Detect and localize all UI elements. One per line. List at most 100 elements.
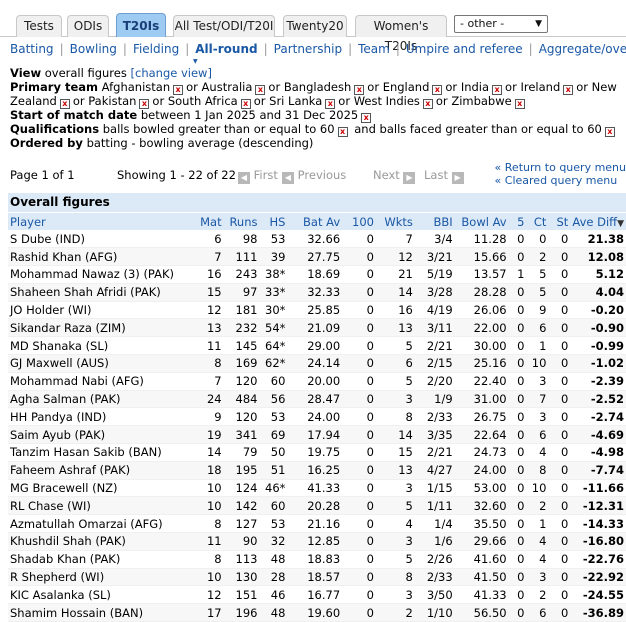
cell-bowl-av: 32.60 (454, 496, 509, 516)
column-header-bat-av[interactable]: Bat Av (287, 213, 343, 230)
cell-player[interactable]: MG Bracewell (NZ) (8, 479, 184, 498)
subnav-aggregate-overall[interactable]: Aggregate/overall (539, 42, 626, 56)
cell-player[interactable]: Faheem Ashraf (PAK) (8, 461, 184, 480)
cell-player[interactable]: Mohammad Nabi (AFG) (8, 372, 184, 391)
cell-ct: 3 (526, 407, 549, 427)
cell-player[interactable]: S Dube (IND) (8, 230, 184, 249)
cell-player[interactable]: Shaheen Shah Afridi (PAK) (8, 283, 184, 302)
column-header-bbi[interactable]: BBI (414, 213, 455, 230)
cell-mat: 10 (183, 496, 224, 516)
cell-player[interactable]: Sikandar Raza (ZIM) (8, 318, 184, 338)
table-row: Azmatullah Omarzai (AFG) 8 127 53 21.16 0 4 1/4… (8, 514, 626, 534)
cell-ct: 2 (526, 496, 549, 516)
last-page-button[interactable]: Last ▶ (424, 168, 464, 184)
cell-runs: 113 (223, 550, 260, 569)
cell-bat-av: 24.14 (287, 354, 343, 373)
close-icon[interactable]: x (604, 126, 615, 137)
cell-player[interactable]: Shamim Hossain (BAN) (8, 603, 184, 622)
cell-player[interactable]: Saim Ayub (PAK) (8, 425, 184, 445)
cell-ct: 6 (526, 603, 549, 622)
cell-player[interactable]: GJ Maxwell (AUS) (8, 354, 184, 373)
column-header-bowl-av[interactable]: Bowl Av (454, 213, 509, 230)
cell-ct: 6 (526, 425, 549, 445)
other-format-select[interactable]: - other - ▼ (454, 15, 548, 33)
cell-player[interactable]: JO Holder (WI) (8, 301, 184, 320)
first-page-button[interactable]: ◀ First (238, 168, 278, 184)
tab-all-formats[interactable]: All Test/ODI/T20I (173, 15, 275, 37)
cell-ct: 2 (526, 247, 549, 267)
return-to-query-menu-link[interactable]: « Return to query menu (495, 161, 626, 174)
previous-page-button[interactable]: ◀ Previous (282, 168, 346, 184)
column-header-ct[interactable]: Ct (526, 213, 549, 230)
cell-player[interactable]: Mohammad Nawaz (3) (PAK) (8, 265, 184, 284)
column-header-player[interactable]: Player (8, 213, 184, 230)
column-header-mat[interactable]: Mat (183, 213, 224, 230)
tab-odis[interactable]: ODIs (67, 15, 109, 37)
subnav-batting[interactable]: Batting (10, 42, 54, 56)
column-header-runs[interactable]: Runs (223, 213, 260, 230)
column-header-wkts[interactable]: Wkts (376, 213, 415, 230)
cell-ave-diff: -0.90 (570, 318, 626, 338)
cell-player[interactable]: Azmatullah Omarzai (AFG) (8, 514, 184, 534)
cell-bat-av: 16.77 (287, 585, 343, 605)
cell-ave-diff: -11.66 (570, 479, 626, 498)
cell-player[interactable]: MD Shanaka (SL) (8, 336, 184, 356)
column-header-hs[interactable]: HS (259, 213, 288, 230)
cell-100: 0 (342, 230, 376, 249)
table-row: HH Pandya (IND) 9 120 53 24.00 0 8 2/33 26.75 0 3 0… (8, 407, 626, 427)
cell-mat: 10 (183, 479, 224, 498)
cell-bbi: 1/6 (414, 532, 455, 551)
subnav-team[interactable]: Team (358, 42, 390, 56)
start-date-value: between 1 Jan 2025 and 31 Dec 2025 (140, 107, 359, 122)
team-india: India (460, 79, 490, 94)
cell-st: 0 (548, 550, 571, 569)
cell-player[interactable]: Shadab Khan (PAK) (8, 550, 184, 569)
cell-ave-diff: -1.02 (570, 354, 626, 373)
cell-mat: 10 (183, 568, 224, 587)
column-header-5[interactable]: 5 (508, 213, 527, 230)
cell-player[interactable]: RL Chase (WI) (8, 496, 184, 516)
tab-tests[interactable]: Tests (16, 15, 62, 37)
close-icon[interactable]: x (514, 98, 525, 109)
cell-player[interactable]: Khushdil Shah (PAK) (8, 532, 184, 551)
cell-player[interactable]: Rashid Khan (AFG) (8, 247, 184, 267)
tab-womens-t20is[interactable]: Women's T20Is (355, 15, 447, 53)
subnav-fielding[interactable]: Fielding (133, 42, 179, 56)
tab-t20is[interactable]: T20Is (116, 13, 166, 37)
cell-5: 0 (508, 247, 527, 267)
subnav-partnership[interactable]: Partnership (274, 42, 342, 56)
cell-mat: 6 (183, 230, 224, 249)
close-icon[interactable]: x (563, 84, 574, 95)
subnav-all-round[interactable]: All-round (195, 42, 257, 56)
close-icon[interactable]: x (422, 98, 433, 109)
table-row: Rashid Khan (AFG) 7 111 39 27.75 0 12 3/21 15.66… (8, 247, 626, 267)
next-page-button[interactable]: Next ▶ (373, 168, 416, 184)
cell-5: 0 (508, 443, 527, 462)
subnav-bowling[interactable]: Bowling (70, 42, 117, 56)
cell-wkts: 13 (376, 461, 415, 480)
cell-player[interactable]: R Shepherd (WI) (8, 568, 184, 587)
cell-player[interactable]: HH Pandya (IND) (8, 407, 184, 427)
cell-5: 0 (508, 461, 527, 480)
cell-runs: 169 (223, 354, 260, 373)
cell-bbi: 4/19 (414, 301, 455, 320)
close-icon[interactable]: x (337, 126, 348, 137)
column-header-100[interactable]: 100 (342, 213, 376, 230)
cell-bbi: 4/27 (414, 461, 455, 480)
cell-100: 0 (342, 336, 376, 356)
cell-hs: 51 (259, 461, 288, 480)
cleared-query-menu-link[interactable]: « Cleared query menu (495, 174, 626, 187)
cell-5: 0 (508, 301, 527, 320)
cell-ct: 6 (526, 318, 549, 338)
column-header-st[interactable]: St (548, 213, 571, 230)
change-view-link[interactable]: [change view] (131, 66, 212, 80)
column-header-ave-diff[interactable]: Ave Diff▼ (570, 213, 626, 230)
showing-count: Showing 1 - 22 of 22 (117, 168, 236, 182)
team-australia: Australia (201, 79, 253, 94)
subnav-umpire-referee[interactable]: Umpire and referee (406, 42, 523, 56)
cell-player[interactable]: Tanzim Hasan Sakib (BAN) (8, 443, 184, 462)
cell-player[interactable]: Agha Salman (PAK) (8, 390, 184, 409)
cell-player[interactable]: KIC Asalanka (SL) (8, 585, 184, 605)
tab-twenty20[interactable]: Twenty20 (283, 15, 347, 37)
cell-wkts: 12 (376, 247, 415, 267)
